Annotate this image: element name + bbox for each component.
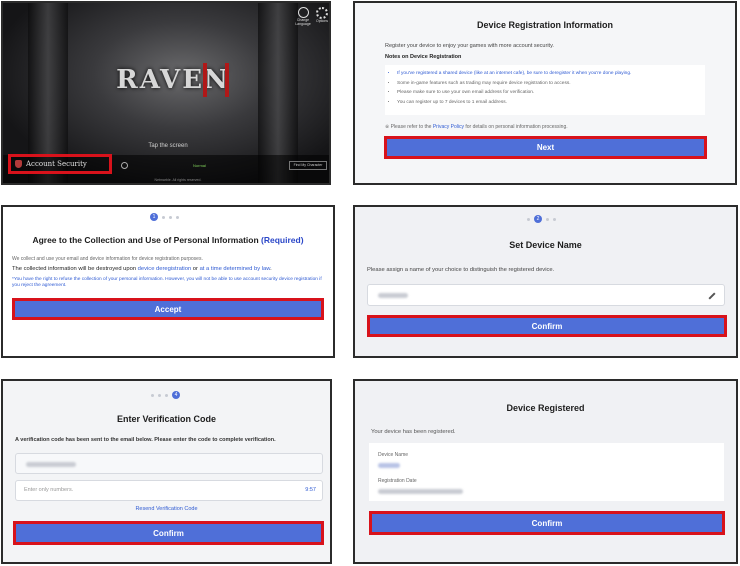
step-dot <box>162 215 165 219</box>
email-field <box>15 453 323 474</box>
next-button[interactable]: Next <box>384 136 707 159</box>
step-indicator: 2 <box>527 215 556 223</box>
agree-title-text: Agree to the Collection and Use of Perso… <box>32 235 259 245</box>
notes-title: Notes on Device Registration <box>385 54 462 60</box>
privacy-prefix: ※ Please refer to the <box>385 124 433 130</box>
agree-line2: The collected information will be destro… <box>12 266 272 272</box>
step-dot <box>546 217 549 221</box>
step-dot <box>527 217 530 221</box>
refresh-icon[interactable] <box>121 162 128 169</box>
privacy-policy-link[interactable]: Privacy Policy <box>433 124 464 130</box>
step-4: 4 <box>172 391 180 399</box>
step-indicator: 4 <box>151 391 180 399</box>
note-item: Some in-game features such as trading ma… <box>397 79 705 89</box>
server-status[interactable]: Normal <box>193 163 206 168</box>
device-name-value <box>378 463 400 468</box>
agree-panel: 1 Agree to the Collection and Use of Per… <box>1 205 335 358</box>
timer: 9:57 <box>305 487 316 493</box>
device-info-panel: Device Registration Information Register… <box>353 1 737 185</box>
step-1: 1 <box>150 213 158 221</box>
verify-panel: 4 Enter Verification Code A verification… <box>1 379 332 564</box>
note-item: You can register up to 7 devices to 1 em… <box>397 98 705 108</box>
find-character-button[interactable]: Find My Character <box>289 161 327 170</box>
step-indicator: 1 <box>150 213 179 221</box>
confirm-button[interactable]: Confirm <box>369 511 725 535</box>
confirm-button[interactable]: Confirm <box>367 315 727 337</box>
options-button[interactable]: Options <box>314 7 329 23</box>
shield-icon <box>15 160 22 168</box>
line2-prefix: The collected information will be destro… <box>12 266 138 272</box>
note-item: Please make sure to use your own email a… <box>397 88 705 98</box>
language-button[interactable]: Change Language <box>293 7 313 26</box>
device-name-title: Set Device Name <box>509 240 582 250</box>
required-badge: (Required) <box>261 235 304 245</box>
game-screen-panel: RAVEN Tap the screen Change Language Opt… <box>1 1 331 185</box>
copyright: Netmarble. All rights reserved. <box>154 178 202 182</box>
account-security-label: Account Security <box>26 160 87 168</box>
pencil-icon[interactable] <box>708 292 716 300</box>
refusal-note: *You have the right to refuse the collec… <box>12 277 322 288</box>
agree-line1: We collect and use your email and device… <box>12 256 203 262</box>
logo-emblem <box>203 63 229 97</box>
line2-mid: or <box>191 266 200 272</box>
verify-title: Enter Verification Code <box>116 414 217 424</box>
gear-icon <box>316 7 328 19</box>
step-dot <box>553 217 556 221</box>
device-info-intro: Register your device to enjoy your games… <box>385 43 554 49</box>
tap-caption[interactable]: Tap the screen <box>123 143 213 149</box>
registration-date-value <box>378 489 463 494</box>
confirm-button[interactable]: Confirm <box>13 521 324 545</box>
step-dot <box>176 215 179 219</box>
registration-date-label: Registration Date <box>378 478 417 484</box>
step-dot <box>151 393 154 397</box>
registered-panel: Device Registered Your device has been r… <box>353 379 738 564</box>
options-label: Options <box>315 19 329 23</box>
step-dot <box>169 215 172 219</box>
verify-intro: A verification code has been sent to the… <box>15 437 276 443</box>
note-item: If you've registered a shared device (li… <box>397 69 705 79</box>
globe-icon <box>297 7 309 18</box>
privacy-notice: ※ Please refer to the Privacy Policy for… <box>385 124 568 130</box>
step-2: 2 <box>534 215 542 223</box>
registered-intro: Your device has been registered. <box>371 429 456 435</box>
line2-suffix: . <box>270 266 272 272</box>
agree-title: Agree to the Collection and Use of Perso… <box>3 235 333 245</box>
device-name-label: Device Name <box>378 452 409 458</box>
notes-box: If you've registered a shared device (li… <box>385 65 705 115</box>
step-dot <box>165 393 168 397</box>
language-label: Change Language <box>295 18 311 26</box>
law-link[interactable]: at a time determined by law <box>200 266 271 272</box>
device-info-title: Device Registration Information <box>476 20 614 30</box>
device-name-input[interactable] <box>367 284 725 306</box>
account-security-button[interactable]: Account Security <box>8 154 112 174</box>
device-name-panel: 2 Set Device Name Please assign a name o… <box>353 205 738 358</box>
registered-title: Device Registered <box>506 403 585 413</box>
device-details-box: Device Name Registration Date <box>369 443 724 501</box>
resend-link[interactable]: Resend Verification Code <box>3 506 330 512</box>
device-name-value <box>378 293 408 298</box>
email-value <box>26 462 76 467</box>
deregistration-link[interactable]: device deregistration <box>138 266 192 272</box>
step-dot <box>158 393 161 397</box>
privacy-suffix: for details on personal information proc… <box>463 124 568 130</box>
notes-list: If you've registered a shared device (li… <box>385 65 705 107</box>
device-name-intro: Please assign a name of your choice to d… <box>367 267 555 273</box>
accept-button[interactable]: Accept <box>12 298 324 320</box>
code-input[interactable]: Enter only numbers. 9:57 <box>15 480 323 501</box>
code-placeholder: Enter only numbers. <box>24 487 74 493</box>
